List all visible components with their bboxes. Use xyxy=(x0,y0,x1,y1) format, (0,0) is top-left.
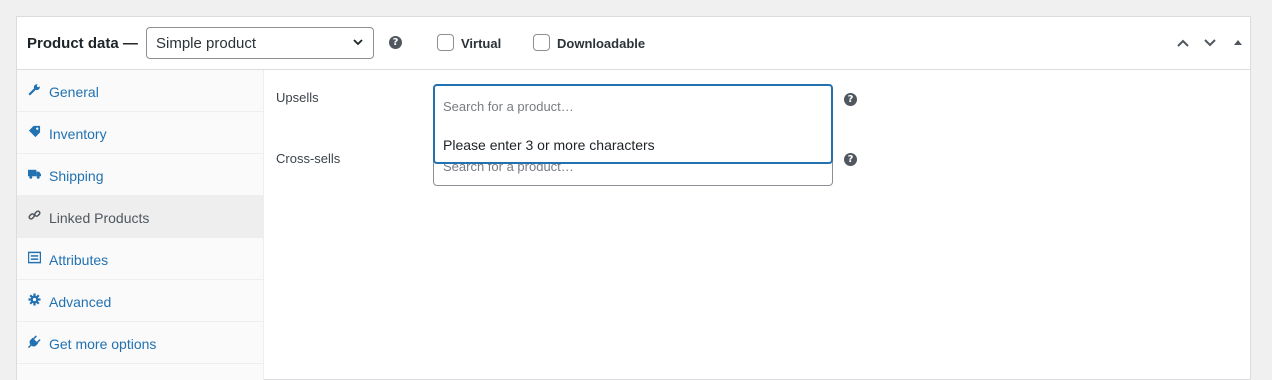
sidebar-item-attributes[interactable]: Attributes xyxy=(17,238,263,280)
sidebar-item-general[interactable]: General xyxy=(17,70,263,112)
move-down-icon[interactable] xyxy=(1203,37,1217,49)
virtual-checkbox[interactable] xyxy=(437,34,454,51)
upsells-search-dropdown[interactable]: Search for a product… Please enter 3 or … xyxy=(433,84,833,164)
virtual-label[interactable]: Virtual xyxy=(461,36,501,51)
sidebar-item-label: Get more options xyxy=(49,336,157,352)
cross-sells-help-icon[interactable]: ? xyxy=(844,153,857,166)
sidebar-item-linked-products[interactable]: Linked Products xyxy=(17,196,263,238)
sidebar-item-label: Shipping xyxy=(49,168,104,184)
collapse-toggle-icon[interactable] xyxy=(1231,37,1245,49)
wrench-icon xyxy=(28,84,40,96)
product-data-tabs: General Inventory Shipping Linked Produc… xyxy=(17,70,264,380)
downloadable-checkbox[interactable] xyxy=(533,34,550,51)
upsells-search-input[interactable]: Search for a product… xyxy=(443,99,574,114)
sidebar-item-label: Advanced xyxy=(49,294,112,310)
upsells-label: Upsells xyxy=(276,90,319,105)
sidebar-item-get-more-options[interactable]: Get more options xyxy=(17,322,263,364)
move-up-icon[interactable] xyxy=(1176,37,1190,49)
product-data-title: Product data — xyxy=(27,35,138,52)
sidebar-item-label: General xyxy=(49,84,99,100)
product-data-header: Product data — Simple product ? Virtual … xyxy=(17,17,1250,70)
tag-icon xyxy=(28,125,41,138)
sidebar-item-advanced[interactable]: Advanced xyxy=(17,280,263,322)
sidebar-item-label: Inventory xyxy=(49,126,107,142)
cross-sells-label: Cross-sells xyxy=(276,151,341,166)
downloadable-label[interactable]: Downloadable xyxy=(557,36,645,51)
sidebar-item-label: Attributes xyxy=(49,252,109,268)
link-icon xyxy=(28,210,41,220)
product-type-select[interactable]: Simple product xyxy=(146,27,374,59)
plugin-icon xyxy=(28,335,41,348)
sidebar-item-shipping[interactable]: Shipping xyxy=(17,154,263,196)
product-data-panel: Product data — Simple product ? Virtual … xyxy=(16,16,1251,380)
dropdown-message: Please enter 3 or more characters xyxy=(443,137,655,153)
gear-icon xyxy=(28,293,41,306)
help-icon[interactable]: ? xyxy=(389,36,402,49)
chevron-down-icon xyxy=(353,39,363,46)
truck-icon xyxy=(28,169,41,179)
sidebar-item-label: Linked Products xyxy=(49,210,150,226)
upsells-help-icon[interactable]: ? xyxy=(844,93,857,106)
sidebar-item-inventory[interactable]: Inventory xyxy=(17,112,263,154)
list-icon xyxy=(28,251,41,264)
product-type-value: Simple product xyxy=(156,35,257,52)
